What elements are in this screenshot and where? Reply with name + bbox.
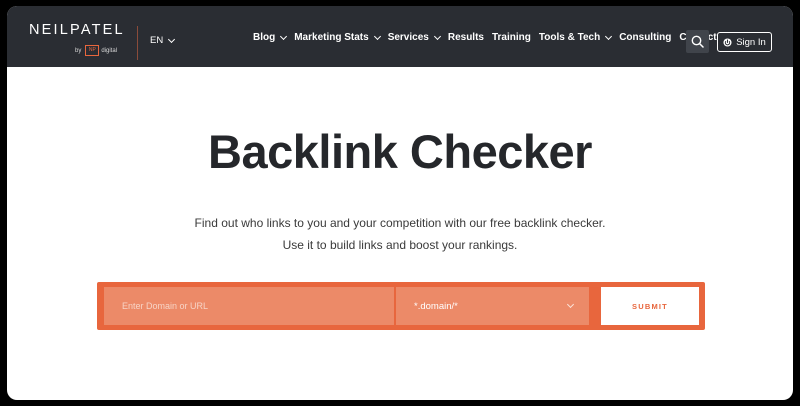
nav-label: Blog — [253, 32, 276, 43]
sign-in-button[interactable]: Sign In — [717, 32, 772, 52]
nav-item-blog[interactable]: Blog — [253, 32, 288, 43]
nav-item-consulting[interactable]: Consulting — [619, 32, 671, 43]
scope-select-value: *.domain/* — [414, 300, 458, 312]
logo-wordmark: NEILPATEL — [29, 22, 125, 38]
language-selector[interactable]: EN — [150, 35, 176, 46]
description-line-2: Use it to build links and boost your ran… — [282, 238, 518, 252]
logo-subline: by NP digital — [75, 45, 117, 56]
nav-label: Tools & Tech — [538, 32, 601, 43]
language-label: EN — [150, 35, 164, 46]
chevron-down-icon — [280, 32, 288, 40]
top-navigation-bar: NEILPATEL by NP digital EN Blog Marketin… — [7, 6, 793, 67]
chevron-down-icon — [373, 32, 381, 40]
nav-item-results[interactable]: Results — [448, 32, 484, 43]
nav-item-services[interactable]: Services — [387, 32, 441, 43]
np-badge: NP — [85, 45, 100, 56]
nav-label: Results — [447, 32, 484, 43]
domain-url-input[interactable] — [104, 287, 394, 325]
page-description: Find out who links to you and your compe… — [7, 212, 793, 256]
nav-label: Consulting — [619, 32, 672, 43]
nav-label: Services — [387, 32, 429, 43]
search-icon — [691, 35, 704, 48]
logo-divider — [137, 26, 138, 60]
nav-item-tools-tech[interactable]: Tools & Tech — [538, 32, 613, 43]
chevron-down-icon — [433, 32, 441, 40]
backlink-search-form: *.domain/* SUBMIT — [97, 282, 705, 330]
chevron-down-icon — [566, 300, 575, 309]
submit-button[interactable]: SUBMIT — [601, 287, 699, 325]
nav-item-training[interactable]: Training — [492, 32, 531, 43]
sign-in-label: Sign In — [736, 36, 766, 48]
logo-digital: digital — [101, 47, 118, 54]
nav-item-marketing-stats[interactable]: Marketing Stats — [294, 32, 381, 43]
search-button[interactable] — [686, 30, 709, 53]
chevron-down-icon — [168, 35, 176, 43]
page-title: Backlink Checker — [208, 125, 592, 178]
nav-label: Marketing Stats — [294, 32, 369, 43]
description-line-1: Find out who links to you and your compe… — [194, 216, 606, 230]
main-nav: Blog Marketing Stats Services Results Tr… — [253, 32, 717, 43]
chevron-down-icon — [605, 32, 613, 40]
nav-label: Training — [491, 32, 531, 43]
browser-frame: NEILPATEL by NP digital EN Blog Marketin… — [7, 6, 793, 400]
logo-by: by — [75, 47, 82, 54]
neilpatel-logo[interactable]: NEILPATEL by NP digital — [29, 18, 129, 58]
power-icon — [723, 37, 732, 47]
scope-select[interactable]: *.domain/* — [396, 287, 589, 325]
